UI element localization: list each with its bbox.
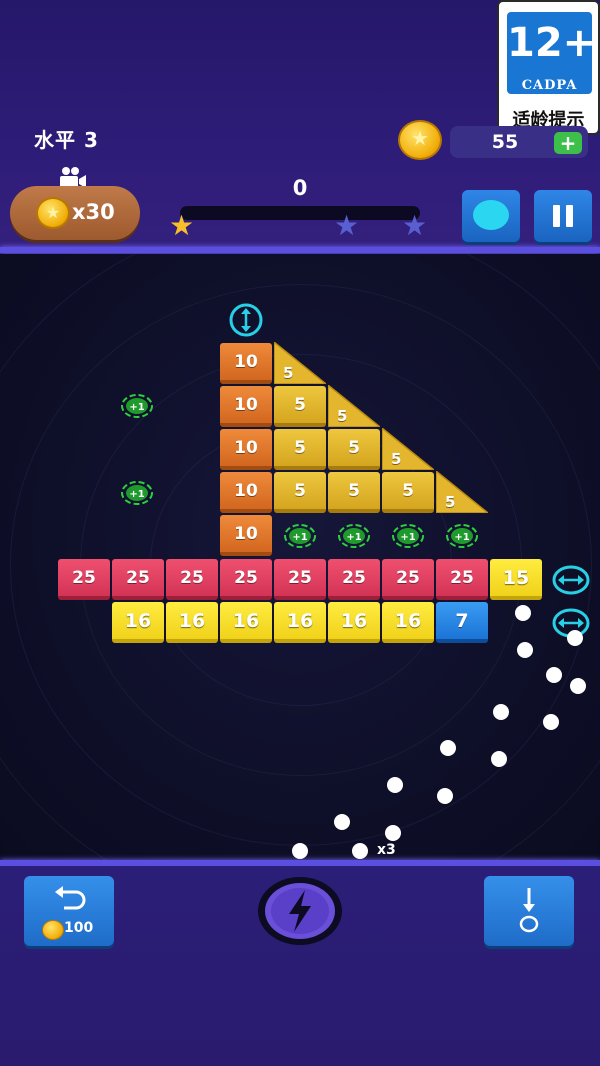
brick: 16 xyxy=(382,602,434,643)
triangle-brick-value: 5 xyxy=(391,450,402,468)
brick: 25 xyxy=(436,559,488,600)
plus-one-powerup: +1 xyxy=(338,524,370,548)
brick: 5 xyxy=(274,472,326,513)
star-icon: ★ xyxy=(169,209,195,242)
star-icon: ★ xyxy=(334,209,360,242)
triangle-brick-value: 5 xyxy=(283,364,294,382)
lightning-button[interactable] xyxy=(257,876,343,946)
plus-one-label: +1 xyxy=(346,532,361,543)
video-reward-amount: x30 xyxy=(72,200,115,224)
coin-balance: 55 + xyxy=(450,126,588,158)
ball xyxy=(517,642,533,658)
triangle-brick xyxy=(382,428,434,470)
ball xyxy=(493,704,509,720)
plus-one-powerup: +1 xyxy=(284,524,316,548)
age-rating-badge: 12+ CADPA 适龄提示 xyxy=(497,0,600,135)
hud-divider xyxy=(0,247,600,253)
ball xyxy=(491,751,507,767)
plus-one-label: +1 xyxy=(454,532,469,543)
brick: 5 xyxy=(274,386,326,427)
ball xyxy=(515,605,531,621)
coin-icon xyxy=(42,920,64,940)
undo-button[interactable]: 100 xyxy=(24,876,114,946)
ball xyxy=(440,740,456,756)
brick: 10 xyxy=(220,343,272,384)
brick: 25 xyxy=(58,559,110,600)
triangle-brick-value: 5 xyxy=(445,493,456,511)
brick: 25 xyxy=(220,559,272,600)
drop-arrow-icon xyxy=(519,888,539,933)
undo-cost: 100 xyxy=(64,920,94,936)
plus-one-powerup: +1 xyxy=(121,481,153,505)
ball xyxy=(292,843,308,859)
brick: 15 xyxy=(490,559,542,600)
brick: 7 xyxy=(436,602,488,643)
coin-count: 55 xyxy=(491,131,519,153)
triangle-brick-value: 5 xyxy=(337,407,348,425)
brick: 25 xyxy=(166,559,218,600)
triangle-brick xyxy=(328,385,380,427)
score: 0 xyxy=(292,176,308,200)
ball xyxy=(543,714,559,730)
ball xyxy=(387,777,403,793)
brick: 16 xyxy=(328,602,380,643)
brick: 5 xyxy=(328,429,380,470)
vertical-arrow-icon xyxy=(229,303,263,337)
brick: 16 xyxy=(112,602,164,643)
pause-button[interactable] xyxy=(534,190,592,242)
star-icon: ★ xyxy=(402,209,428,242)
plus-one-powerup: +1 xyxy=(392,524,424,548)
ball xyxy=(437,788,453,804)
coin-icon xyxy=(398,120,442,160)
plus-one-powerup: +1 xyxy=(446,524,478,548)
brick: 10 xyxy=(220,386,272,427)
brick: 10 xyxy=(220,515,272,556)
ball-icon xyxy=(473,200,509,230)
plus-one-label: +1 xyxy=(400,532,415,543)
brick: 10 xyxy=(220,472,272,513)
ball xyxy=(546,667,562,683)
age-rating-org: CADPA xyxy=(521,78,578,93)
score-progress-bar xyxy=(180,206,420,220)
ball-count: x3 xyxy=(377,842,396,858)
watch-video-reward-button[interactable]: x30 xyxy=(10,186,140,240)
ball xyxy=(334,814,350,830)
coin-icon xyxy=(36,197,70,229)
ball xyxy=(567,630,583,646)
brick: 5 xyxy=(382,472,434,513)
ball-skin-button[interactable] xyxy=(462,190,520,242)
plus-icon: + xyxy=(559,131,577,155)
ball xyxy=(385,825,401,841)
add-coins-button[interactable]: + xyxy=(554,132,582,154)
level-label: 水平 3 xyxy=(34,128,99,152)
plus-one-powerup: +1 xyxy=(121,394,153,418)
age-rating-number: 12+ xyxy=(507,20,597,66)
age-rating-box: 12+ CADPA xyxy=(507,12,597,94)
brick: 5 xyxy=(274,429,326,470)
brick: 16 xyxy=(166,602,218,643)
brick: 10 xyxy=(220,429,272,470)
brick: 25 xyxy=(274,559,326,600)
ball xyxy=(352,843,368,859)
brick: 25 xyxy=(112,559,164,600)
brick: 16 xyxy=(274,602,326,643)
brick: 25 xyxy=(328,559,380,600)
brick: 25 xyxy=(382,559,434,600)
plus-one-label: +1 xyxy=(129,402,144,413)
triangle-brick xyxy=(436,471,488,513)
brick: 5 xyxy=(328,472,380,513)
plus-one-label: +1 xyxy=(292,532,307,543)
plus-one-label: +1 xyxy=(129,489,144,500)
drop-balls-button[interactable] xyxy=(484,876,574,946)
triangle-brick xyxy=(274,342,326,384)
undo-arrow-icon xyxy=(55,886,86,910)
brick: 16 xyxy=(220,602,272,643)
ball xyxy=(570,678,586,694)
horizontal-arrow-icon xyxy=(552,565,590,595)
